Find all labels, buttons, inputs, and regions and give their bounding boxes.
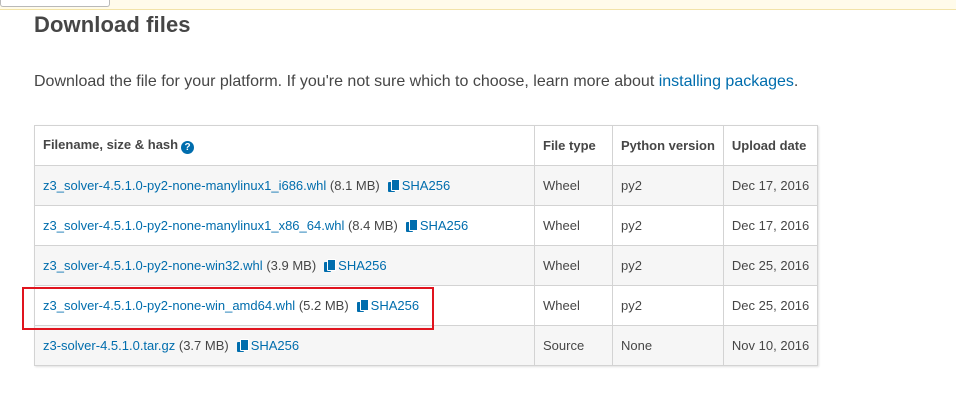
file-size: (3.7 MB)	[178, 338, 229, 353]
table-row: z3_solver-4.5.1.0-py2-none-win32.whl (3.…	[34, 245, 819, 286]
python-version-cell: py2	[612, 285, 724, 326]
file-link[interactable]: z3_solver-4.5.1.0-py2-none-win32.whl	[43, 258, 263, 273]
filename-cell: z3_solver-4.5.1.0-py2-none-win_amd64.whl…	[34, 285, 535, 326]
python-version-cell: py2	[612, 165, 724, 206]
copy-icon	[236, 339, 249, 352]
sha256-link[interactable]: SHA256	[405, 218, 469, 233]
file-size: (8.1 MB)	[329, 178, 380, 193]
installing-packages-link[interactable]: installing packages	[659, 73, 794, 90]
file-size: (5.2 MB)	[298, 298, 349, 313]
sha256-label: SHA256	[419, 218, 469, 233]
table-header-row: Filename, size & hash? File type Python …	[34, 125, 819, 166]
copy-icon	[405, 219, 418, 232]
file-link[interactable]: z3_solver-4.5.1.0-py2-none-win_amd64.whl	[43, 298, 295, 313]
upload-date-cell: Dec 17, 2016	[722, 165, 819, 206]
file-link[interactable]: z3_solver-4.5.1.0-py2-none-manylinux1_i6…	[43, 178, 326, 193]
filename-cell: z3_solver-4.5.1.0-py2-none-manylinux1_i6…	[34, 165, 535, 206]
question-circle-icon[interactable]: ?	[181, 141, 195, 154]
table-row: z3_solver-4.5.1.0-py2-none-manylinux1_x8…	[34, 205, 819, 246]
table-row: z3_solver-4.5.1.0-py2-none-manylinux1_i6…	[34, 165, 819, 206]
filename-cell: z3_solver-4.5.1.0-py2-none-manylinux1_x8…	[34, 205, 535, 246]
header-upload-date: Upload date	[722, 125, 819, 166]
copy-icon	[356, 299, 369, 312]
upload-date-cell: Dec 25, 2016	[722, 245, 819, 286]
upload-date-cell: Nov 10, 2016	[722, 325, 819, 366]
file-link[interactable]: z3_solver-4.5.1.0-py2-none-manylinux1_x8…	[43, 218, 344, 233]
files-table: Filename, size & hash? File type Python …	[34, 125, 819, 366]
table-row: z3_solver-4.5.1.0-py2-none-win_amd64.whl…	[34, 285, 819, 326]
python-version-cell: None	[612, 325, 724, 366]
file-type-cell: Wheel	[534, 245, 613, 286]
file-type-cell: Wheel	[534, 205, 613, 246]
sha256-label: SHA256	[250, 338, 300, 353]
file-size: (3.9 MB)	[266, 258, 317, 273]
copy-icon	[387, 179, 400, 192]
header-file-type: File type	[534, 125, 613, 166]
python-version-cell: py2	[612, 205, 724, 246]
file-size: (8.4 MB)	[347, 218, 398, 233]
top-tab[interactable]	[0, 0, 110, 7]
notification-strip	[0, 0, 956, 10]
sha256-label: SHA256	[370, 298, 420, 313]
sha256-link[interactable]: SHA256	[324, 258, 387, 273]
file-link[interactable]: z3-solver-4.5.1.0.tar.gz	[43, 338, 175, 353]
page-title: Download files	[34, 12, 191, 37]
filename-cell: z3-solver-4.5.1.0.tar.gz (3.7 MB) SHA256	[34, 325, 535, 366]
sha256-label: SHA256	[338, 258, 387, 273]
sha256-link[interactable]: SHA256	[387, 178, 451, 193]
intro-text-end: .	[793, 73, 799, 90]
intro-text-body: Download the file for your platform. If …	[34, 73, 659, 90]
python-version-cell: py2	[612, 245, 724, 286]
file-type-cell: Wheel	[534, 165, 613, 206]
filename-cell: z3_solver-4.5.1.0-py2-none-win32.whl (3.…	[34, 245, 535, 286]
header-filename: Filename, size & hash?	[34, 125, 535, 166]
table-row: z3-solver-4.5.1.0.tar.gz (3.7 MB) SHA256 …	[34, 325, 819, 366]
upload-date-cell: Dec 17, 2016	[722, 205, 819, 246]
header-filename-label: Filename, size & hash	[43, 137, 179, 152]
intro-text: Download the file for your platform. If …	[34, 73, 798, 91]
sha256-link[interactable]: SHA256	[236, 338, 300, 353]
file-type-cell: Wheel	[534, 285, 613, 326]
file-type-cell: Source	[534, 325, 613, 366]
sha256-link[interactable]: SHA256	[356, 298, 420, 313]
header-python-version: Python version	[612, 125, 724, 166]
upload-date-cell: Dec 25, 2016	[722, 285, 819, 326]
copy-icon	[324, 259, 337, 272]
sha256-label: SHA256	[401, 178, 451, 193]
